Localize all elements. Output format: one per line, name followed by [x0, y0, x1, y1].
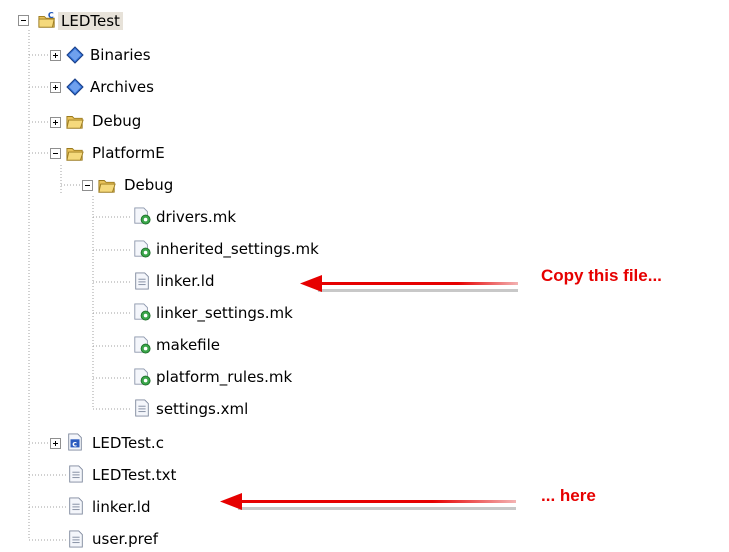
expand-toggle[interactable]	[50, 438, 61, 449]
c-source-file-icon: c	[68, 433, 82, 451]
svg-text:C: C	[48, 11, 54, 20]
project-label[interactable]: LEDTest	[58, 12, 123, 30]
project-explorer-tree: C LEDTest Binaries Archives Debug Platfo…	[0, 0, 729, 552]
svg-text:c: c	[72, 439, 77, 449]
folder-icon	[98, 180, 116, 193]
copy-to-annotation: ... here	[541, 486, 596, 505]
tree-item-settings-xml[interactable]: settings.xml	[156, 400, 248, 418]
tree-item-archives[interactable]: Archives	[90, 78, 154, 96]
binaries-icon	[66, 46, 84, 64]
tree-item-linker-settings-mk[interactable]: linker_settings.mk	[156, 304, 293, 322]
tree-item-linker-ld[interactable]: linker.ld	[156, 272, 214, 290]
tree-item-drivers-mk[interactable]: drivers.mk	[156, 208, 236, 226]
tree-item-user-pref[interactable]: user.pref	[92, 530, 158, 548]
folder-icon	[66, 116, 84, 129]
expand-toggle[interactable]	[50, 50, 61, 61]
makefile-icon	[134, 336, 151, 354]
text-file-icon	[69, 497, 83, 515]
copy-from-annotation: Copy this file...	[541, 266, 662, 285]
text-file-icon	[135, 272, 149, 290]
tree-item-platforme-debug[interactable]: Debug	[124, 176, 173, 194]
folder-icon	[66, 148, 84, 161]
text-file-icon	[69, 530, 83, 548]
archives-icon	[66, 78, 84, 96]
expand-toggle[interactable]	[50, 117, 61, 128]
text-file-icon	[69, 465, 83, 483]
tree-item-debug[interactable]: Debug	[92, 112, 141, 130]
c-project-folder-icon: C	[38, 11, 55, 28]
collapse-toggle[interactable]	[18, 15, 29, 26]
tree-item-binaries[interactable]: Binaries	[90, 46, 151, 64]
text-file-icon	[135, 399, 149, 417]
tree-item-platforme[interactable]: PlatformE	[92, 144, 165, 162]
makefile-icon	[134, 368, 151, 386]
tree-item-makefile[interactable]: makefile	[156, 336, 220, 354]
tree-item-ledtest-c[interactable]: LEDTest.c	[92, 434, 164, 452]
makefile-icon	[134, 207, 151, 225]
tree-item-linker-ld-root[interactable]: linker.ld	[92, 498, 150, 516]
makefile-icon	[134, 240, 151, 258]
expand-toggle[interactable]	[50, 82, 61, 93]
tree-item-ledtest-txt[interactable]: LEDTest.txt	[92, 466, 176, 484]
collapse-toggle[interactable]	[82, 180, 93, 191]
tree-item-inherited-settings-mk[interactable]: inherited_settings.mk	[156, 240, 319, 258]
tree-item-platform-rules-mk[interactable]: platform_rules.mk	[156, 368, 292, 386]
collapse-toggle[interactable]	[50, 148, 61, 159]
makefile-icon	[134, 303, 151, 321]
